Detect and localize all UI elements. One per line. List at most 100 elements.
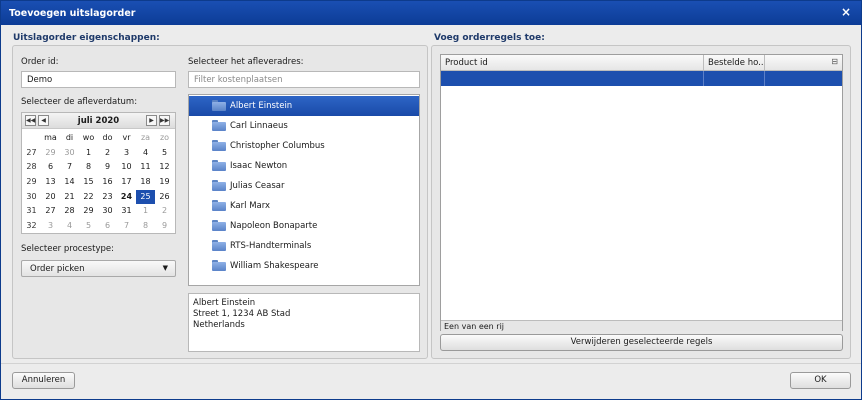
calendar-day[interactable]: 15 — [79, 175, 98, 190]
address-list-item[interactable]: Julias Ceasar — [189, 176, 419, 196]
folder-icon — [212, 100, 226, 111]
address-list-item[interactable]: Carl Linnaeus — [189, 116, 419, 136]
address-list-item[interactable]: Napoleon Bonaparte — [189, 216, 419, 236]
prev-month-icon[interactable]: ◀ — [38, 115, 49, 126]
table-cell[interactable] — [704, 71, 765, 86]
calendar-day[interactable]: 6 — [98, 219, 117, 234]
calendar-day[interactable]: 26 — [155, 190, 174, 205]
calendar-day[interactable]: 1 — [79, 146, 98, 161]
dropdown-arrow-icon: ▼ — [162, 264, 168, 272]
folder-icon — [212, 180, 226, 191]
order-id-input[interactable]: Demo — [21, 71, 176, 88]
calendar-day[interactable]: 19 — [155, 175, 174, 190]
address-name: Napoleon Bonaparte — [230, 221, 318, 231]
calendar-day[interactable]: 31 — [117, 204, 136, 219]
date-picker: ◀◀ ◀ juli 2020 ▶ ▶▶ ma di wo do vr za zo 27 29 30… — [21, 112, 176, 234]
calendar-day[interactable]: 13 — [41, 175, 60, 190]
calendar-day[interactable]: 27 — [41, 204, 60, 219]
calendar-day[interactable]: 29 — [79, 204, 98, 219]
calendar-day[interactable]: 3 — [41, 219, 60, 234]
calendar-day[interactable]: 1 — [136, 204, 155, 219]
calendar-day[interactable]: 5 — [79, 219, 98, 234]
calendar-week: 29 13 14 15 16 17 18 19 — [22, 175, 174, 190]
calendar-day[interactable]: 18 — [136, 175, 155, 190]
calendar-day[interactable]: 24 — [117, 190, 136, 205]
order-id-label: Order id: — [21, 57, 59, 67]
address-list-item[interactable]: William Shakespeare — [189, 256, 419, 276]
next-year-icon[interactable]: ▶▶ — [159, 115, 170, 126]
close-icon[interactable]: × — [839, 5, 853, 19]
address-list: Albert Einstein Carl Linnaeus Christopher … — [188, 94, 420, 286]
column-menu-icon[interactable]: ⊟ — [831, 57, 838, 66]
calendar-day[interactable]: 9 — [155, 219, 174, 234]
dialog-window: Toevoegen uitslagorder × Uitslagorder ei… — [0, 0, 862, 400]
calendar-month: juli 2020 — [77, 116, 120, 126]
calendar-day[interactable]: 14 — [60, 175, 79, 190]
process-type-select[interactable]: Order picken ▼ — [21, 260, 176, 277]
address-label: Selecteer het afleveradres: — [188, 57, 304, 67]
address-line: Albert Einstein — [193, 298, 256, 308]
calendar-week: 28 6 7 8 9 10 11 12 — [22, 160, 174, 175]
calendar-day[interactable]: 21 — [60, 190, 79, 205]
calendar-day[interactable]: 28 — [60, 204, 79, 219]
calendar-day[interactable]: 8 — [136, 219, 155, 234]
calendar-day[interactable]: 29 — [41, 146, 60, 161]
process-type-value: Order picken — [30, 264, 85, 274]
folder-icon — [212, 200, 226, 211]
calendar-day[interactable]: 20 — [41, 190, 60, 205]
calendar-day[interactable]: 7 — [117, 219, 136, 234]
calendar-day[interactable]: 30 — [98, 204, 117, 219]
calendar-day[interactable]: 7 — [60, 160, 79, 175]
weekday-label: zo — [159, 133, 170, 142]
column-header-extra[interactable]: ⊟ — [765, 55, 842, 71]
address-name: William Shakespeare — [230, 261, 319, 271]
calendar-day[interactable]: 16 — [98, 175, 117, 190]
address-name: Karl Marx — [230, 201, 271, 211]
left-section-title: Uitslagorder eigenschappen: — [13, 33, 160, 43]
address-list-item[interactable]: Isaac Newton — [189, 156, 419, 176]
calendar-day[interactable]: 5 — [155, 146, 174, 161]
calendar-day[interactable]: 17 — [117, 175, 136, 190]
week-number: 32 — [26, 221, 37, 231]
address-list-item[interactable]: Christopher Columbus — [189, 136, 419, 156]
calendar-day[interactable]: 23 — [98, 190, 117, 205]
cancel-button[interactable]: Annuleren — [12, 372, 75, 389]
folder-icon — [212, 140, 226, 151]
dialog-title: Toevoegen uitslagorder — [9, 8, 136, 19]
address-list-item[interactable]: RTS-Handterminals — [189, 236, 419, 256]
address-list-item[interactable]: Albert Einstein — [189, 96, 419, 116]
calendar-day[interactable]: 2 — [98, 146, 117, 161]
week-number: 29 — [26, 177, 37, 187]
calendar-day[interactable]: 8 — [79, 160, 98, 175]
table-cell[interactable] — [441, 71, 704, 86]
address-filter-input[interactable]: Filter kostenplaatsen — [188, 71, 420, 88]
calendar-grid: ma di wo do vr za zo 27 29 30 1 2 3 4 5 28 6 7 8 9 10 11 12 29 1… — [22, 131, 174, 234]
table-row[interactable] — [441, 71, 842, 86]
column-header-ordered-qty[interactable]: Bestelde ho... — [704, 55, 765, 71]
calendar-day[interactable]: 30 — [60, 146, 79, 161]
next-month-icon[interactable]: ▶ — [146, 115, 157, 126]
calendar-day[interactable]: 2 — [155, 204, 174, 219]
calendar-day[interactable]: 22 — [79, 190, 98, 205]
calendar-day[interactable]: 6 — [41, 160, 60, 175]
calendar-day-selected[interactable]: 25 — [136, 189, 155, 205]
calendar-day[interactable]: 4 — [136, 146, 155, 161]
weekday-label: di — [65, 133, 74, 142]
calendar-day[interactable]: 9 — [98, 160, 117, 175]
address-list-item[interactable]: Karl Marx — [189, 196, 419, 216]
prev-year-icon[interactable]: ◀◀ — [25, 115, 36, 126]
ok-button[interactable]: OK — [790, 372, 851, 389]
calendar-day[interactable]: 3 — [117, 146, 136, 161]
grid-status: Een van een rij — [441, 320, 842, 331]
column-header-product-id[interactable]: Product id — [441, 55, 704, 71]
folder-icon — [212, 240, 226, 251]
calendar-day[interactable]: 10 — [117, 160, 136, 175]
date-label: Selecteer de afleverdatum: — [21, 97, 138, 107]
calendar-day[interactable]: 12 — [155, 160, 174, 175]
remove-selected-lines-button[interactable]: Verwijderen geselecteerde regels — [440, 334, 843, 351]
weekday-label: wo — [82, 133, 95, 142]
calendar-day[interactable]: 11 — [136, 160, 155, 175]
footer-divider — [1, 363, 861, 364]
calendar-day[interactable]: 4 — [60, 219, 79, 234]
folder-icon — [212, 160, 226, 171]
